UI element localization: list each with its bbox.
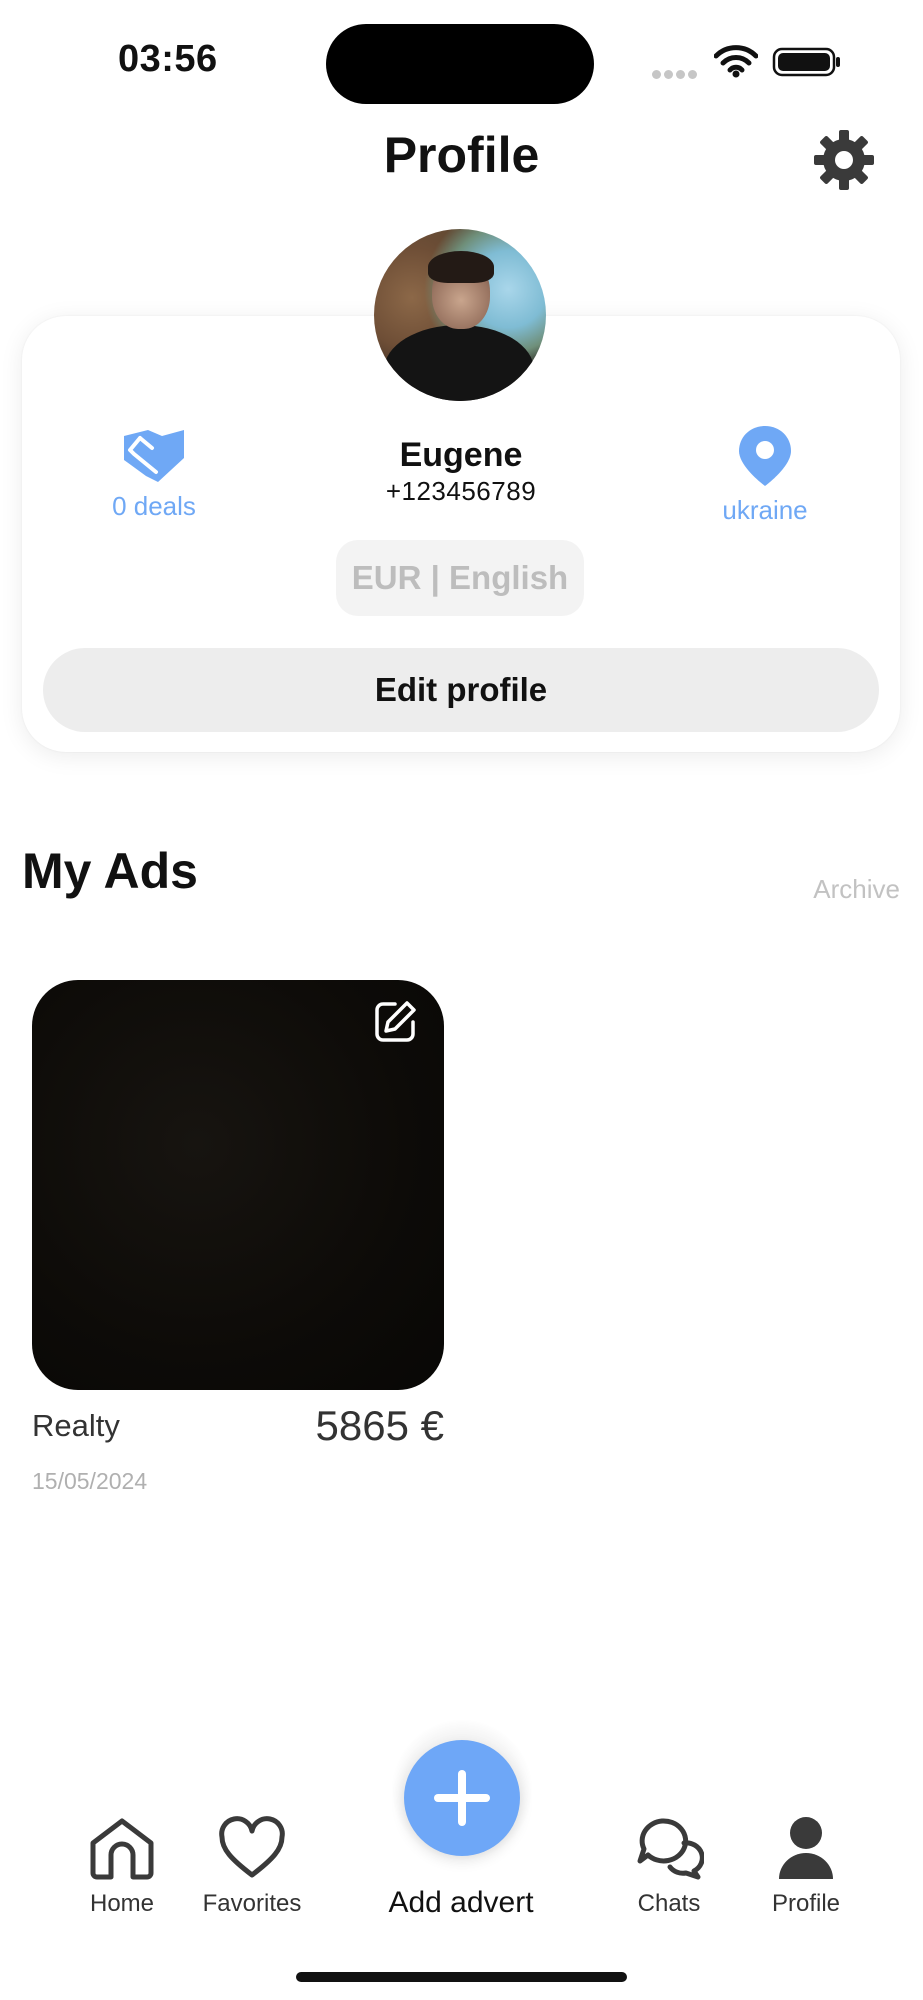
plus-icon bbox=[434, 1770, 490, 1826]
ad-category: Realty bbox=[32, 1408, 120, 1443]
handshake-icon bbox=[124, 430, 184, 482]
edit-profile-button[interactable]: Edit profile bbox=[43, 648, 879, 732]
tab-chats-label: Chats bbox=[637, 1890, 701, 1917]
dynamic-island bbox=[326, 24, 594, 104]
status-time: 03:56 bbox=[118, 38, 218, 80]
avatar[interactable] bbox=[374, 229, 546, 401]
add-advert-label: Add advert bbox=[388, 1886, 534, 1919]
ad-price: 5865 € bbox=[315, 1402, 444, 1449]
user-name: Eugene bbox=[399, 436, 523, 474]
my-ads-title: My Ads bbox=[22, 843, 198, 899]
tab-favorites-label: Favorites bbox=[202, 1890, 302, 1917]
battery-icon bbox=[772, 47, 840, 77]
archive-link[interactable]: Archive bbox=[780, 874, 900, 905]
tab-profile[interactable]: Profile bbox=[756, 1815, 856, 1918]
tab-profile-label: Profile bbox=[771, 1890, 841, 1917]
cellular-signal-icon bbox=[652, 66, 702, 79]
user-phone: +123456789 bbox=[385, 476, 537, 506]
map-pin-icon bbox=[739, 426, 791, 486]
ad-date: 15/05/2024 bbox=[32, 1468, 148, 1494]
deals-label: 0 deals bbox=[112, 491, 196, 521]
edit-icon[interactable] bbox=[371, 998, 419, 1046]
tab-chats[interactable]: Chats bbox=[619, 1815, 719, 1918]
tab-home-label: Home bbox=[89, 1890, 155, 1917]
page-title: Profile bbox=[383, 127, 540, 183]
gear-icon[interactable] bbox=[812, 128, 876, 192]
location-label: ukraine bbox=[722, 495, 808, 525]
home-indicator bbox=[296, 1972, 627, 1982]
user-icon bbox=[779, 1817, 833, 1879]
home-icon bbox=[90, 1818, 154, 1880]
add-advert-button[interactable] bbox=[404, 1740, 520, 1856]
deals-counter[interactable]: 0 deals bbox=[100, 424, 208, 522]
chat-bubbles-icon bbox=[637, 1818, 705, 1880]
tab-favorites[interactable]: Favorites bbox=[192, 1815, 312, 1918]
wifi-icon bbox=[714, 45, 758, 78]
location-indicator[interactable]: ukraine bbox=[700, 424, 830, 526]
currency-language-button[interactable]: EUR | English bbox=[336, 540, 584, 616]
tab-home[interactable]: Home bbox=[72, 1815, 172, 1918]
heart-icon bbox=[219, 1816, 285, 1878]
